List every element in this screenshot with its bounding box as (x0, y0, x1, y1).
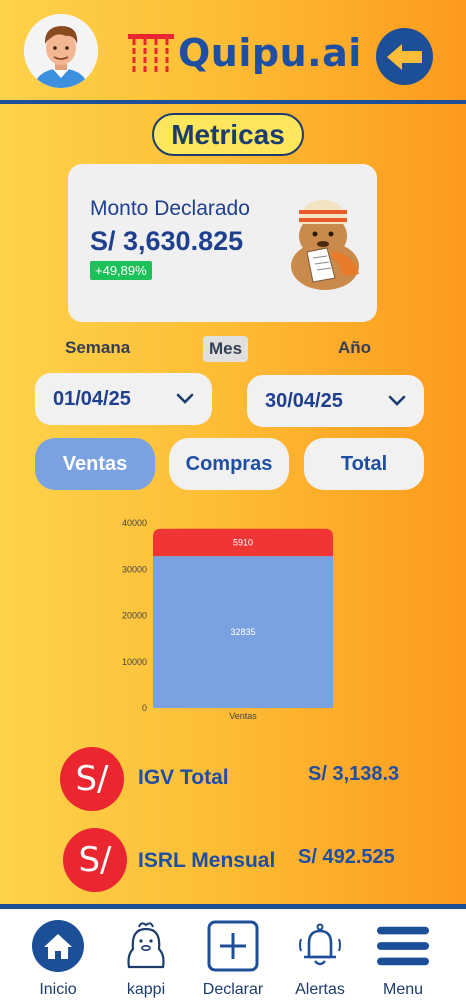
hamburger-menu-icon (376, 919, 430, 973)
header-divider (0, 100, 466, 104)
y-tick-label: 20000 (122, 611, 147, 621)
nav-item-kappi[interactable]: kappi (101, 919, 191, 999)
card-amount: S/ 3,630.825 (90, 226, 244, 256)
isrl-mensual-row: S/ ISRL Mensual S/ 492.525 (63, 828, 443, 894)
bar-data-label: 32835 (230, 627, 255, 637)
ventas-tab[interactable]: Ventas (35, 438, 155, 490)
chevron-down-icon (176, 393, 194, 404)
period-mes[interactable]: Mes (203, 336, 249, 362)
nav-label-menu: Menu (382, 981, 424, 998)
x-tick-label: Ventas (229, 711, 257, 721)
sales-chart: 0 10000 20000 30000 40000 32835 5910 Ventas (105, 512, 365, 732)
period-anio[interactable]: Año (338, 338, 371, 358)
chevron-down-icon (388, 395, 406, 406)
logo-text: Quipu.ai (178, 31, 362, 75)
start-date-value: 01/04/25 (53, 387, 131, 410)
nav-item-inicio[interactable]: Inicio (13, 919, 103, 999)
nav-label-alertas: Alertas (295, 981, 345, 998)
card-label: Monto Declarado (90, 197, 250, 220)
igv-total-value: S/ 3,138.3 (308, 763, 400, 785)
metrics-title: Metricas (152, 113, 304, 156)
compras-tab[interactable]: Compras (169, 438, 289, 490)
bar-data-label: 5910 (233, 537, 253, 547)
isrl-mensual-label: ISRL Mensual (138, 849, 276, 872)
nav-item-menu[interactable]: Menu (358, 919, 448, 999)
home-icon (31, 919, 85, 973)
app-logo: Quipu.ai (128, 28, 362, 78)
period-semana[interactable]: Semana (65, 338, 130, 358)
y-tick-label: 10000 (122, 657, 147, 667)
currency-icon: S/ (60, 747, 124, 811)
declared-amount-card: Monto Declarado S/ 3,630.825 +49,89% (68, 164, 377, 322)
nav-label-inicio: Inicio (39, 981, 77, 998)
app-header: Quipu.ai (0, 0, 466, 106)
total-tab[interactable]: Total (304, 438, 424, 490)
nav-label-kappi: kappi (126, 981, 166, 998)
avatar-icon (24, 14, 98, 88)
end-date-select[interactable]: 30/04/25 (247, 375, 424, 427)
user-avatar[interactable] (24, 14, 98, 88)
stacked-bar-chart: 0 10000 20000 30000 40000 32835 5910 Ventas (122, 518, 333, 721)
nav-label-declarar: Declarar (202, 981, 264, 998)
back-button[interactable] (376, 28, 433, 85)
start-date-select[interactable]: 01/04/25 (35, 373, 212, 425)
currency-icon: S/ (63, 828, 127, 892)
arrow-left-icon (386, 43, 422, 70)
quipu-logo-icon (128, 34, 174, 73)
end-date-value: 30/04/25 (265, 389, 343, 412)
capybara-mascot (283, 196, 363, 291)
y-tick-label: 0 (142, 703, 147, 713)
nav-item-declarar[interactable]: Declarar (188, 919, 278, 999)
growth-badge: +49,89% (90, 261, 152, 280)
bottom-navigation: Inicio kappi Declarar Alertas Menu (0, 904, 466, 1008)
capybara-outline-icon (119, 919, 173, 973)
nav-item-alertas[interactable]: Alertas (275, 919, 365, 999)
plus-square-icon (206, 919, 260, 973)
igv-total-row: S/ IGV Total S/ 3,138.3 (60, 747, 440, 813)
y-tick-label: 40000 (122, 518, 147, 528)
isrl-mensual-value: S/ 492.525 (298, 846, 395, 868)
bell-icon (293, 919, 347, 973)
capybara-icon (291, 200, 359, 290)
igv-total-label: IGV Total (138, 766, 229, 789)
y-tick-label: 30000 (122, 564, 147, 574)
